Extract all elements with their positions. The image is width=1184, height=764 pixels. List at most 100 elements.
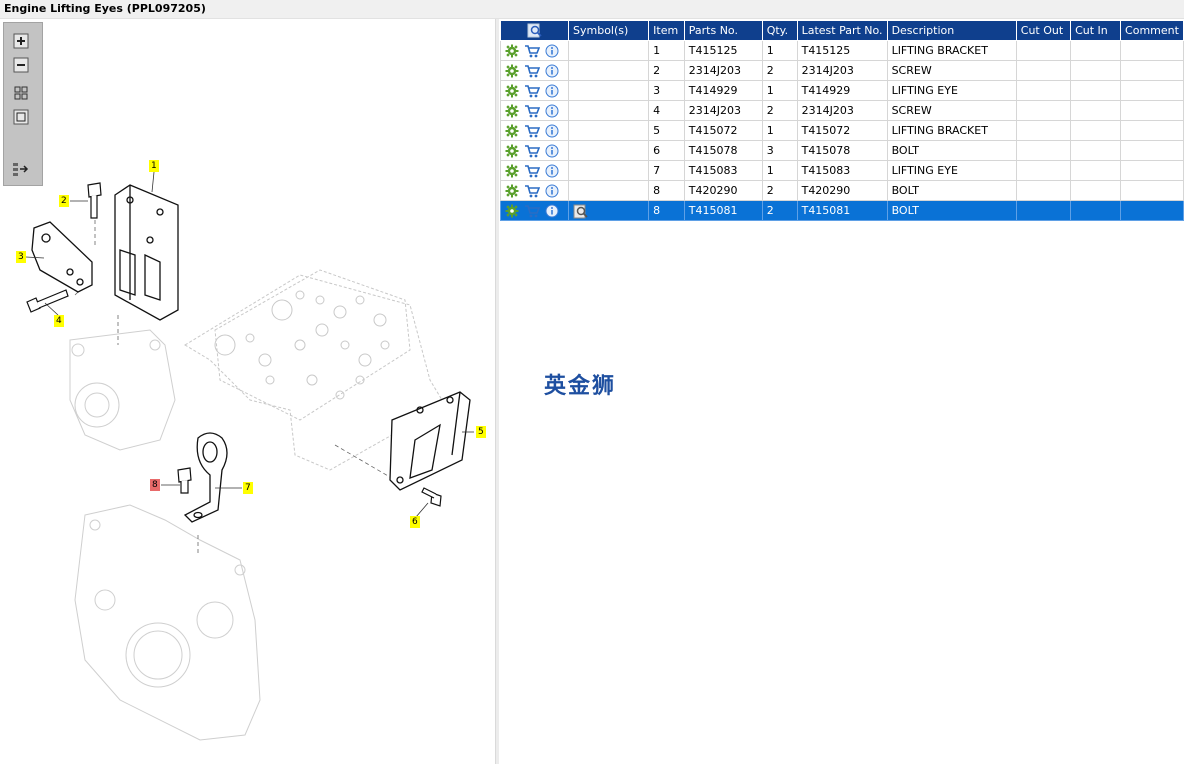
col-latest-part-no[interactable]: Latest Part No. xyxy=(796,20,888,41)
table-row[interactable]: 4 2314J203 2 2314J203 SCREW xyxy=(500,100,1184,121)
cell-cut-out xyxy=(1015,40,1072,61)
cell-comment xyxy=(1120,100,1184,121)
callout-2[interactable]: 2 xyxy=(59,195,69,207)
cart-icon[interactable] xyxy=(524,164,540,178)
info-icon[interactable] xyxy=(545,204,559,218)
cell-cut-out xyxy=(1015,60,1072,81)
row-actions-cell xyxy=(500,200,569,221)
cell-symbols[interactable] xyxy=(567,100,650,121)
part-6-bolt xyxy=(421,487,442,507)
info-icon[interactable] xyxy=(545,84,559,98)
engine-holes xyxy=(214,290,390,400)
gear-icon[interactable] xyxy=(505,64,519,78)
cart-icon[interactable] xyxy=(524,184,540,198)
diagram-pane[interactable]: 1 2 3 4 5 6 7 8 xyxy=(0,19,496,764)
cart-icon[interactable] xyxy=(524,124,540,138)
col-cut-in[interactable]: Cut In xyxy=(1070,20,1122,41)
fit-all-button[interactable] xyxy=(12,85,30,101)
cell-cut-in xyxy=(1070,160,1122,181)
pane-splitter[interactable] xyxy=(495,19,499,764)
cart-icon[interactable] xyxy=(524,64,540,78)
callout-3[interactable]: 3 xyxy=(16,251,26,263)
cell-symbols[interactable] xyxy=(567,120,650,141)
gear-icon[interactable] xyxy=(505,84,519,98)
search-doc-icon[interactable] xyxy=(573,204,589,218)
part-5-lifting-bracket xyxy=(389,391,471,491)
info-icon[interactable] xyxy=(545,104,559,118)
cell-latest-part-no: T415078 xyxy=(796,140,888,161)
col-symbols[interactable]: Symbol(s) xyxy=(567,20,650,41)
header-search-cell[interactable] xyxy=(500,20,569,41)
gear-icon[interactable] xyxy=(505,144,519,158)
cell-parts-no: T420290 xyxy=(683,180,763,201)
cell-item: 5 xyxy=(648,120,685,141)
col-item[interactable]: Item xyxy=(648,20,685,41)
cell-latest-part-no: T415072 xyxy=(796,120,888,141)
gear-icon[interactable] xyxy=(505,44,519,58)
table-row[interactable]: 1 T415125 1 T415125 LIFTING BRACKET xyxy=(500,40,1184,61)
gear-icon[interactable] xyxy=(505,124,519,138)
row-actions-cell xyxy=(500,80,569,101)
info-icon[interactable] xyxy=(545,124,559,138)
cell-cut-in xyxy=(1070,120,1122,141)
gear-icon[interactable] xyxy=(505,204,519,218)
cell-qty: 1 xyxy=(761,40,798,61)
table-row[interactable]: 6 T415078 3 T415078 BOLT xyxy=(500,140,1184,161)
cell-symbols[interactable] xyxy=(567,180,650,201)
callout-7[interactable]: 7 xyxy=(243,482,253,494)
gear-icon[interactable] xyxy=(505,164,519,178)
table-row[interactable]: 5 T415072 1 T415072 LIFTING BRACKET xyxy=(500,120,1184,141)
cell-item: 4 xyxy=(648,100,685,121)
cart-icon[interactable] xyxy=(524,204,540,218)
info-icon[interactable] xyxy=(545,164,559,178)
gear-icon[interactable] xyxy=(505,184,519,198)
callout-5[interactable]: 5 xyxy=(476,426,486,438)
zoom-out-button[interactable] xyxy=(12,57,30,73)
table-row[interactable]: 8 T415081 2 T415081 BOLT xyxy=(500,200,1184,221)
cell-symbols[interactable] xyxy=(567,200,650,221)
cart-icon[interactable] xyxy=(524,44,540,58)
info-icon[interactable] xyxy=(545,64,559,78)
window-title: Engine Lifting Eyes (PPL097205) xyxy=(4,2,206,15)
actual-size-button[interactable] xyxy=(12,109,30,125)
table-row[interactable]: 8 T420290 2 T420290 BOLT xyxy=(500,180,1184,201)
info-icon[interactable] xyxy=(545,44,559,58)
part-3-lifting-eye xyxy=(31,221,93,293)
cell-qty: 1 xyxy=(761,120,798,141)
col-cut-out[interactable]: Cut Out xyxy=(1015,20,1072,41)
callout-8[interactable]: 8 xyxy=(150,479,160,491)
cell-qty: 3 xyxy=(761,140,798,161)
callout-1[interactable]: 1 xyxy=(149,160,159,172)
cell-comment xyxy=(1120,40,1184,61)
cell-item: 7 xyxy=(648,160,685,181)
cart-icon[interactable] xyxy=(524,104,540,118)
cell-qty: 2 xyxy=(761,200,798,221)
cell-comment xyxy=(1120,140,1184,161)
list-arrow-button[interactable] xyxy=(12,161,30,177)
col-parts-no[interactable]: Parts No. xyxy=(683,20,763,41)
col-comment[interactable]: Comment xyxy=(1120,20,1184,41)
info-icon[interactable] xyxy=(545,144,559,158)
cart-icon[interactable] xyxy=(524,144,540,158)
cell-symbols[interactable] xyxy=(567,40,650,61)
col-qty[interactable]: Qty. xyxy=(761,20,798,41)
cell-cut-in xyxy=(1070,200,1122,221)
callout-6[interactable]: 6 xyxy=(410,516,420,528)
info-icon[interactable] xyxy=(545,184,559,198)
cart-icon[interactable] xyxy=(524,84,540,98)
search-doc-icon xyxy=(527,23,542,38)
zoom-in-button[interactable] xyxy=(12,33,30,49)
table-row[interactable]: 3 T414929 1 T414929 LIFTING EYE xyxy=(500,80,1184,101)
cell-latest-part-no: 2314J203 xyxy=(796,60,888,81)
cell-symbols[interactable] xyxy=(567,160,650,181)
cell-symbols[interactable] xyxy=(567,60,650,81)
cell-symbols[interactable] xyxy=(567,80,650,101)
cell-symbols[interactable] xyxy=(567,140,650,161)
callout-4[interactable]: 4 xyxy=(54,315,64,327)
col-description[interactable]: Description xyxy=(886,20,1017,41)
timing-cover-outline xyxy=(74,504,261,741)
zoom-in-icon xyxy=(13,33,29,49)
table-row[interactable]: 7 T415083 1 T415083 LIFTING EYE xyxy=(500,160,1184,181)
gear-icon[interactable] xyxy=(505,104,519,118)
table-row[interactable]: 2 2314J203 2 2314J203 SCREW xyxy=(500,60,1184,81)
